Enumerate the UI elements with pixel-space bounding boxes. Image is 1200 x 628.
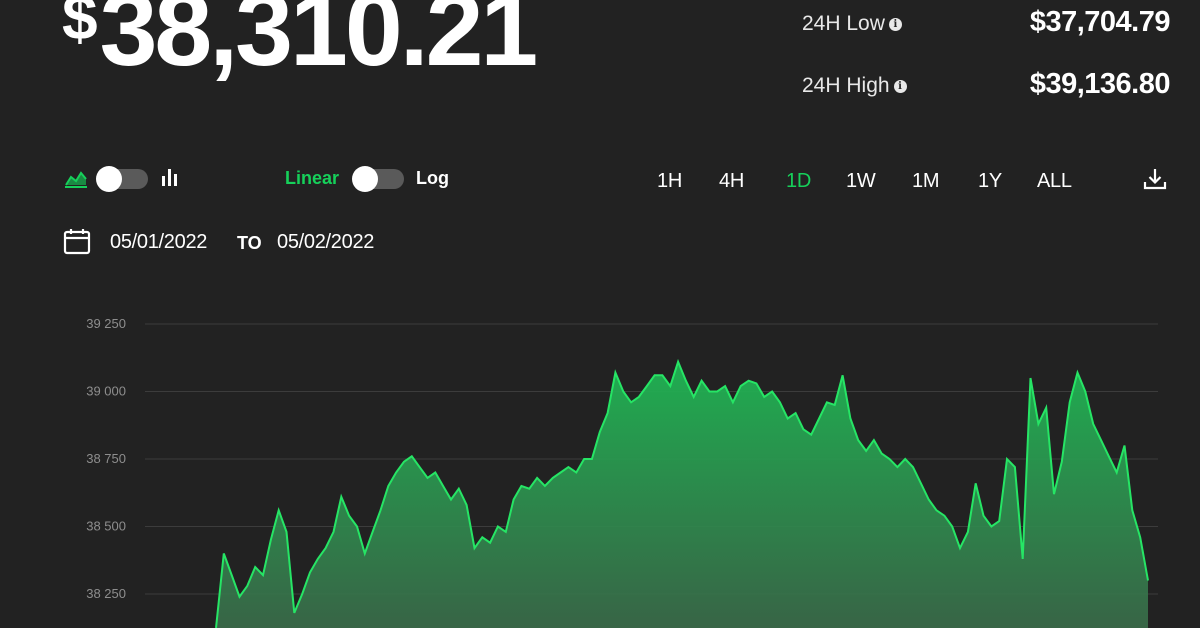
chart-type-toggle[interactable] bbox=[96, 166, 148, 192]
currency-symbol: $ bbox=[62, 0, 98, 53]
timeframe-1y[interactable]: 1Y bbox=[978, 170, 1002, 193]
y-tick-label: 38 250 bbox=[86, 586, 126, 601]
low-label-row: 24H Low i bbox=[802, 12, 902, 36]
timeframe-all[interactable]: ALL bbox=[1037, 170, 1072, 193]
info-icon[interactable]: i bbox=[893, 79, 907, 93]
high-label: 24H High bbox=[802, 74, 890, 97]
current-price: $38,310.21 bbox=[62, 0, 538, 82]
price-area bbox=[216, 361, 1148, 628]
log-label[interactable]: Log bbox=[416, 168, 449, 189]
high-value: $39,136.80 bbox=[1029, 68, 1171, 100]
timeframe-1d[interactable]: 1D bbox=[786, 170, 811, 193]
date-from-input[interactable]: 05/01/2022 bbox=[110, 231, 228, 254]
calendar-icon[interactable] bbox=[63, 227, 91, 255]
timeframe-4h[interactable]: 4H bbox=[719, 170, 744, 193]
y-tick-label: 38 500 bbox=[86, 519, 126, 534]
linear-label[interactable]: Linear bbox=[285, 168, 339, 189]
y-tick-label: 39 250 bbox=[86, 316, 126, 331]
bar-chart-icon[interactable] bbox=[160, 166, 180, 188]
scale-toggle[interactable] bbox=[352, 166, 404, 192]
y-tick-label: 38 750 bbox=[86, 451, 126, 466]
low-value: $37,704.79 bbox=[1029, 6, 1171, 38]
price-chart[interactable]: 39 250 39 000 38 750 38 500 38 250 bbox=[0, 290, 1200, 628]
timeframe-1h[interactable]: 1H bbox=[657, 170, 682, 193]
y-axis: 39 250 39 000 38 750 38 500 38 250 bbox=[86, 316, 126, 601]
low-label: 24H Low bbox=[802, 12, 885, 35]
y-tick-label: 39 000 bbox=[86, 384, 126, 399]
download-icon[interactable] bbox=[1142, 166, 1168, 192]
toggle-knob bbox=[352, 166, 378, 192]
high-label-row: 24H High i bbox=[802, 74, 907, 98]
timeframe-1m[interactable]: 1M bbox=[912, 170, 939, 193]
timeframe-1w[interactable]: 1W bbox=[846, 170, 876, 193]
toggle-knob bbox=[96, 166, 122, 192]
date-to-input[interactable]: 05/02/2022 bbox=[277, 231, 395, 254]
info-icon[interactable]: i bbox=[888, 17, 902, 31]
price-value: 38,310.21 bbox=[99, 0, 539, 88]
area-chart-icon[interactable] bbox=[64, 167, 88, 189]
date-to-label: TO bbox=[237, 233, 262, 253]
